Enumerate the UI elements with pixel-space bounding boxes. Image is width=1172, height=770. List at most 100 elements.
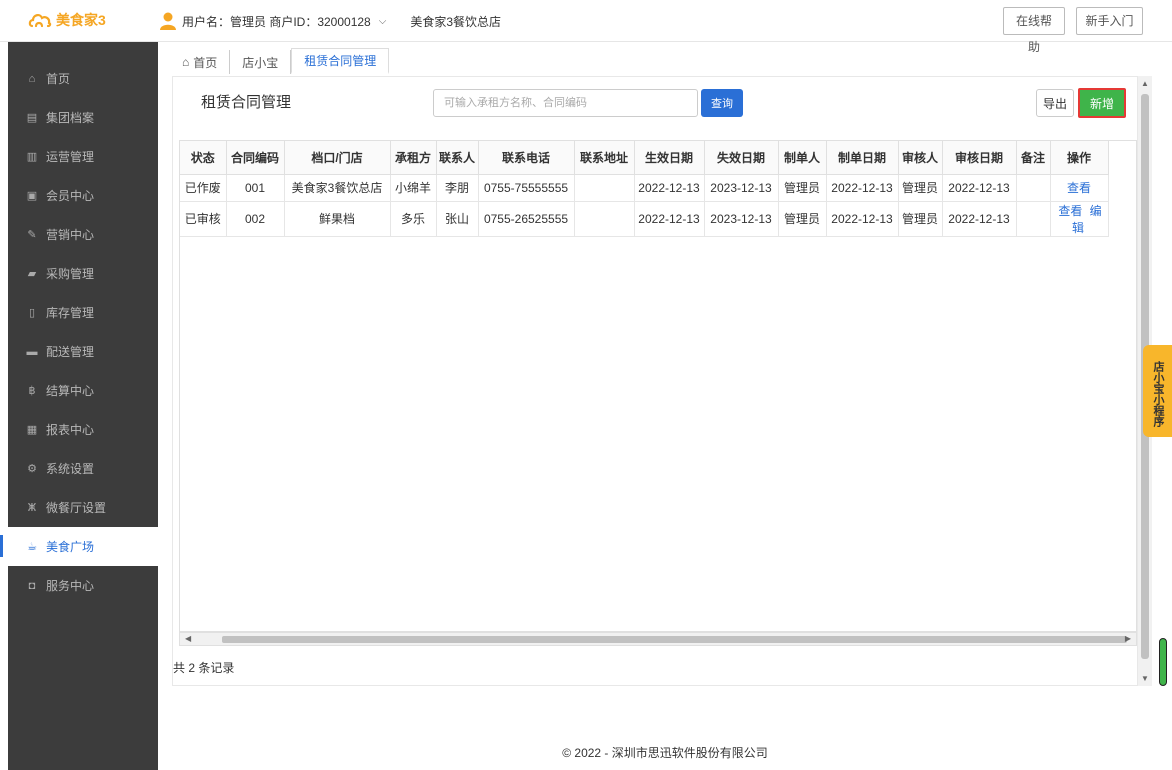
sidebar-item-service[interactable]: ◘ 服务中心 [8,566,158,605]
column-header[interactable]: 审核日期 [941,141,1017,175]
coffee-icon: ☕ [27,540,37,553]
tab-dianxiaobao[interactable]: 店小宝 [230,50,292,74]
cell-auditor: 管理员 [897,200,943,237]
truck-icon: ▬ [26,345,38,358]
cell-tenant: 多乐 [389,200,437,237]
sidebar-item-label: 营销中心 [46,228,95,242]
add-button[interactable]: 新增 [1078,88,1126,118]
sidebar-item-label: 系统设置 [46,462,95,476]
sidebar-item-inventory[interactable]: ▯ 库存管理 [8,293,158,332]
export-button[interactable]: 导出 [1036,89,1074,117]
sidebar-item-purchase[interactable]: ▰ 采购管理 [8,254,158,293]
sidebar-item-members[interactable]: ▣ 会员中心 [8,176,158,215]
table-row[interactable]: 已作废 001 美食家3餐饮总店 小绵羊 李朋 0755-75555555 20… [180,173,1109,202]
edit-icon: ✎ [27,228,37,241]
table-row[interactable]: 已审核 002 鲜果档 多乐 张山 0755-26525555 2022-12-… [180,200,1109,237]
purchase-icon: ▰ [27,267,37,280]
sidebar-item-operations[interactable]: ▥ 运营管理 [8,137,158,176]
bar-chart-icon: ▥ [26,150,38,163]
cell-stall: 鲜果档 [283,200,391,237]
search-input[interactable]: 可输入承租方名称、合同编码 [433,89,698,117]
cell-phone: 0755-26525555 [477,200,575,237]
main-panel: 租赁合同管理 可输入承租方名称、合同编码 查询 导出 新增 状态 合同编码 档口… [172,76,1138,686]
column-header[interactable]: 档口/门店 [283,141,391,175]
sidebar-item-micro-restaurant[interactable]: ⵥ 微餐厅设置 [8,488,158,527]
cell-status: 已作废 [180,173,227,202]
scroll-left-icon[interactable]: ◀ [185,634,191,643]
cell-contract-code: 001 [225,173,285,202]
sidebar-item-food-court[interactable]: ☕ 美食广场 [0,527,158,566]
search-button[interactable]: 查询 [701,89,743,117]
online-help-button[interactable]: 在线帮助 [1003,7,1065,54]
brand-logo[interactable]: 美食家3 [28,10,106,30]
sidebar-item-group-archive[interactable]: ▤ 集团档案 [8,98,158,137]
member-card-icon: ▣ [26,189,38,202]
column-header[interactable]: 状态 [180,141,227,175]
cell-create-date: 2022-12-13 [825,200,899,237]
beginner-guide-button[interactable]: 新手入门 [1076,7,1143,35]
cell-actions: 查看 编辑 [1049,200,1109,237]
inventory-icon: ▯ [28,306,36,319]
cell-address [573,200,635,237]
column-header[interactable]: 制单人 [777,141,827,175]
sidebar-item-delivery[interactable]: ▬ 配送管理 [8,332,158,371]
home-icon: ⌂ [182,55,190,69]
cell-audit-date: 2022-12-13 [941,200,1017,237]
cell-stall: 美食家3餐饮总店 [283,173,391,202]
user-text: 用户名：管理员 商户ID：32000128 [182,14,371,29]
cutlery-icon: ⵥ [27,501,37,514]
column-header[interactable]: 承租方 [389,141,437,175]
baht-icon: ฿ [28,384,36,397]
cell-remark [1015,200,1051,237]
cell-expiry-date: 2023-12-13 [703,173,779,202]
tab-home[interactable]: ⌂ 首页 [170,50,231,74]
sidebar-item-label: 会员中心 [46,189,95,203]
column-header[interactable]: 生效日期 [633,141,705,175]
user-info[interactable]: 用户名：管理员 商户ID：32000128 ⌵ 美食家3餐饮总店 [160,12,501,30]
tab-lease-contracts[interactable]: 租赁合同管理 [291,48,390,74]
cell-actions: 查看 [1049,173,1109,202]
column-header[interactable]: 联系地址 [573,141,635,175]
column-header[interactable]: 操作 [1049,141,1109,175]
column-header[interactable]: 合同编码 [225,141,285,175]
column-header[interactable]: 联系电话 [477,141,575,175]
scrollbar-thumb[interactable] [222,636,1127,643]
column-header[interactable]: 失效日期 [703,141,779,175]
sidebar-item-label: 结算中心 [46,384,95,398]
service-icon: ◘ [28,579,36,592]
scroll-up-icon[interactable]: ▲ [1141,79,1149,88]
record-count: 共 2 条记录 [173,661,235,675]
sidebar-item-settlement[interactable]: ฿ 结算中心 [8,371,158,410]
chevron-down-icon[interactable]: ⌵ [379,16,387,27]
view-link[interactable]: 查看 [1058,204,1082,218]
sidebar-item-label: 微餐厅设置 [46,501,107,515]
cell-effective-date: 2022-12-13 [633,173,705,202]
tab-label: 店小宝 [242,55,279,70]
drag-handle[interactable] [1159,638,1167,686]
user-avatar-icon [160,12,176,30]
horizontal-scrollbar[interactable]: ◀ ▶ [179,632,1137,646]
sidebar-item-home[interactable]: ⌂ 首页 [8,59,158,98]
cell-status: 已审核 [180,200,227,237]
sidebar-item-label: 运营管理 [46,150,95,164]
mini-program-tab[interactable]: 店小宝小程序 [1143,345,1172,437]
sidebar-item-system-settings[interactable]: ⚙ 系统设置 [8,449,158,488]
view-link[interactable]: 查看 [1067,181,1091,195]
cell-effective-date: 2022-12-13 [633,200,705,237]
tab-label: 首页 [193,55,218,70]
top-bar: 美食家3 用户名：管理员 商户ID：32000128 ⌵ 美食家3餐饮总店 在线… [0,0,1172,54]
column-header[interactable]: 审核人 [897,141,943,175]
cell-create-date: 2022-12-13 [825,173,899,202]
column-header[interactable]: 制单日期 [825,141,899,175]
home-icon: ⌂ [28,72,36,85]
sidebar-item-marketing[interactable]: ✎ 营销中心 [8,215,158,254]
scroll-down-icon[interactable]: ▼ [1141,674,1149,683]
cell-address [573,173,635,202]
cell-auditor: 管理员 [897,173,943,202]
scroll-right-icon[interactable]: ▶ [1125,634,1131,643]
cloud-logo-icon [28,14,52,28]
sidebar-item-reports[interactable]: ▦ 报表中心 [8,410,158,449]
column-header[interactable]: 备注 [1015,141,1051,175]
brand-name: 美食家3 [56,12,106,28]
column-header[interactable]: 联系人 [435,141,479,175]
